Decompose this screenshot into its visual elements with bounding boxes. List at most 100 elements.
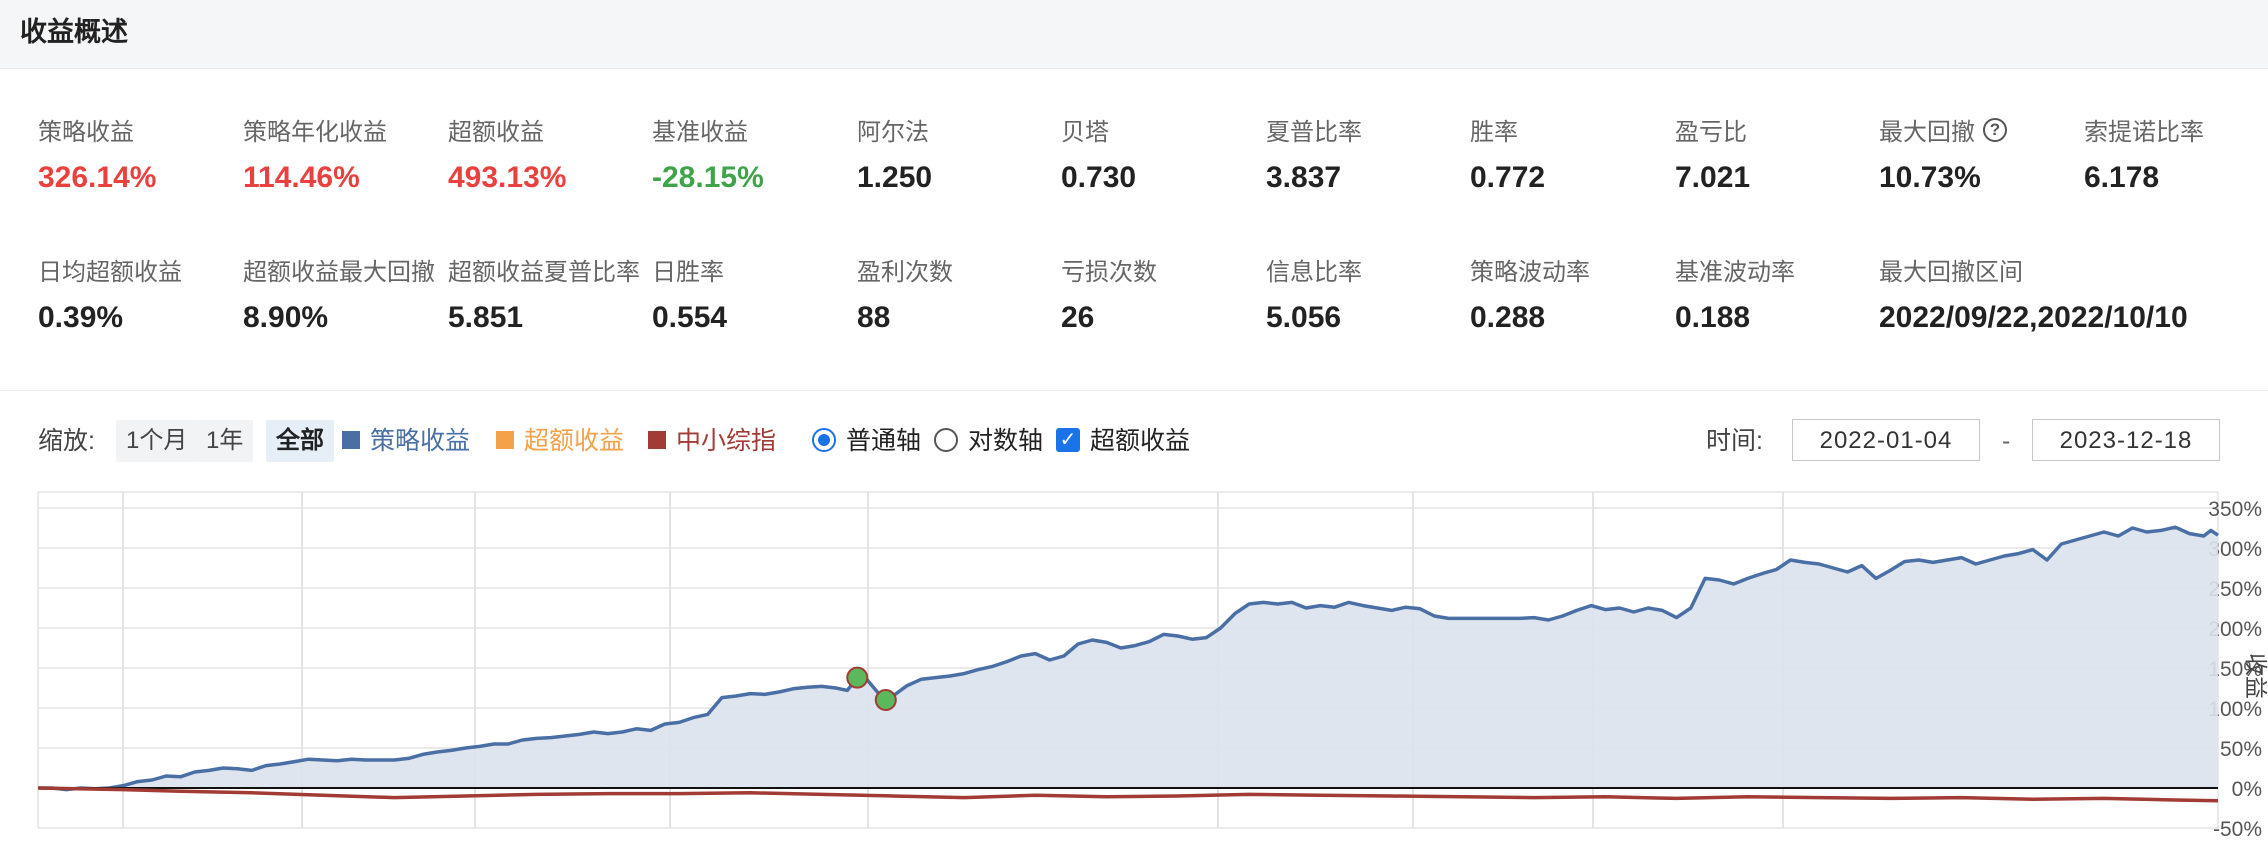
metric-label-text: 贝塔: [1061, 119, 1109, 146]
metric-label-text: 基准收益: [652, 119, 748, 146]
legend-square-icon: [496, 431, 514, 450]
legend-strategy-label: 策略收益: [370, 427, 471, 455]
metric-label: 胜率: [1470, 112, 1675, 147]
metric-metrics_row1-7: 胜率 0.772: [1470, 112, 1675, 195]
metric-metrics_row1-0: 策略收益 326.14%: [38, 112, 243, 195]
returns-chart-svg: 350%300%250%200%150%100%50%0%-50%收益: [37, 491, 2268, 841]
y-tick-label: 0%: [2232, 778, 2262, 801]
end-date-input[interactable]: 2023-12-18: [2032, 419, 2220, 461]
metric-metrics_row2-5: 亏损次数 26: [1061, 252, 1266, 335]
range-all-button[interactable]: 全部: [266, 420, 334, 462]
metric-value: 7.021: [1675, 161, 1751, 194]
metric-label-text: 日均超额收益: [38, 259, 182, 286]
metric-metrics_row1-3: 基准收益 -28.15%: [652, 112, 857, 195]
legend-benchmark[interactable]: 中小综指: [648, 412, 776, 470]
drawdown-marker[interactable]: [874, 689, 897, 711]
metric-label-text: 最大回撤区间: [1879, 259, 2023, 286]
metric-label: 策略波动率: [1470, 252, 1675, 287]
metric-value: 326.14%: [38, 161, 157, 194]
metric-value: 114.46%: [243, 161, 360, 194]
metric-value: 0.288: [1470, 301, 1546, 334]
metric-label: 最大回撤?: [1879, 112, 2084, 147]
metric-label-text: 日胜率: [652, 259, 724, 286]
normal-axis-label: 普通轴: [846, 427, 922, 455]
metric-value: -28.15%: [652, 161, 764, 194]
range-1-year-button[interactable]: 1年: [196, 420, 254, 462]
radio-selected-icon[interactable]: [812, 428, 836, 453]
metric-label: 夏普比率: [1266, 112, 1471, 147]
legend-strategy[interactable]: 策略收益: [342, 412, 470, 470]
metric-label-text: 盈亏比: [1675, 119, 1747, 146]
metric-metrics_row1-2: 超额收益 493.13%: [448, 112, 653, 195]
y-tick-label: 50%: [2220, 738, 2262, 761]
metric-value: 1.250: [857, 161, 933, 194]
metric-label: 超额收益夏普比率: [448, 252, 653, 287]
metric-metrics_row2-4: 盈利次数 88: [857, 252, 1062, 335]
metric-metrics_row2-7: 策略波动率 0.288: [1470, 252, 1675, 335]
metric-label-text: 超额收益最大回撤: [243, 259, 435, 286]
metric-label: 基准波动率: [1675, 252, 1880, 287]
metric-value: 0.730: [1061, 161, 1137, 194]
metric-metrics_row2-6: 信息比率 5.056: [1266, 252, 1471, 335]
metric-label-text: 策略年化收益: [243, 119, 387, 146]
metric-value: 5.056: [1266, 301, 1342, 334]
section-divider: [0, 390, 2268, 391]
metric-label: 盈利次数: [857, 252, 1062, 287]
metric-value: 0.39%: [38, 301, 124, 334]
metric-metrics_row2-1: 超额收益最大回撤 8.90%: [243, 252, 448, 335]
metric-value: 2022/09/22,2022/10/10: [1879, 301, 2188, 334]
excess-toggle-label: 超额收益: [1090, 427, 1191, 455]
excess-toggle[interactable]: ✓ 超额收益: [1056, 412, 1190, 470]
metric-label: 最大回撤区间: [1879, 252, 2239, 287]
drawdown-marker[interactable]: [846, 666, 869, 689]
metric-label: 策略年化收益: [243, 112, 448, 147]
metric-metrics_row1-6: 夏普比率 3.837: [1266, 112, 1471, 195]
metric-label-text: 超额收益夏普比率: [448, 259, 640, 286]
log-axis-option[interactable]: 对数轴: [934, 412, 1043, 470]
metric-label-text: 夏普比率: [1266, 119, 1362, 146]
metric-metrics_row2-8: 基准波动率 0.188: [1675, 252, 1880, 335]
metric-value: 3.837: [1266, 161, 1342, 194]
metric-label-text: 胜率: [1470, 119, 1518, 146]
y-axis-label: 收益: [2243, 653, 2268, 699]
metric-label-text: 最大回撤: [1879, 119, 1975, 146]
metric-label: 超额收益: [448, 112, 653, 147]
metric-metrics_row2-9: 最大回撤区间 2022/09/22,2022/10/10: [1879, 252, 2239, 335]
metric-value: 26: [1061, 301, 1095, 334]
metric-value: 8.90%: [243, 301, 329, 334]
metric-label-text: 阿尔法: [857, 119, 929, 146]
metric-metrics_row2-2: 超额收益夏普比率 5.851: [448, 252, 653, 335]
metric-label: 贝塔: [1061, 112, 1266, 147]
start-date-input[interactable]: 2022-01-04: [1792, 419, 1980, 461]
metric-label: 盈亏比: [1675, 112, 1880, 147]
range-1-month-button[interactable]: 1个月: [116, 420, 198, 462]
y-tick-label: -50%: [2213, 818, 2262, 841]
normal-axis-option[interactable]: 普通轴: [812, 412, 921, 470]
radio-unselected-icon[interactable]: [934, 428, 958, 453]
metric-metrics_row1-9: 最大回撤? 10.73%: [1879, 112, 2084, 195]
metric-label: 阿尔法: [857, 112, 1062, 147]
metric-metrics_row2-3: 日胜率 0.554: [652, 252, 857, 335]
legend-benchmark-label: 中小综指: [676, 427, 777, 455]
legend-excess-label: 超额收益: [524, 427, 625, 455]
metric-value: 493.13%: [448, 161, 567, 194]
metric-value: 10.73%: [1879, 161, 1981, 194]
metric-metrics_row1-5: 贝塔 0.730: [1061, 112, 1266, 195]
page-title: 收益概述: [20, 17, 128, 47]
metric-label-text: 信息比率: [1266, 259, 1362, 286]
metric-label: 超额收益最大回撤: [243, 252, 448, 287]
legend-excess[interactable]: 超额收益: [496, 412, 624, 470]
metric-label-text: 基准波动率: [1675, 259, 1795, 286]
chart-toolbar: 缩放: 1个月 1年 全部 策略收益 超额收益 中小综指 普通轴 对数轴 ✓ 超额…: [0, 412, 2268, 470]
metric-value: 6.178: [2084, 161, 2160, 194]
log-axis-label: 对数轴: [968, 427, 1044, 455]
legend-square-icon: [342, 431, 360, 450]
returns-chart: 350% 300% 250% 200% 150% 100% 50% 0% -50% 收益: [0, 480, 2268, 846]
metric-label: 日胜率: [652, 252, 857, 287]
checkbox-checked-icon[interactable]: ✓: [1056, 428, 1080, 453]
y-tick-label: 350%: [2208, 498, 2262, 521]
metric-label: 索提诺比率: [2084, 112, 2268, 147]
question-circle-icon[interactable]: ?: [1983, 117, 2007, 142]
metric-label-text: 亏损次数: [1061, 259, 1157, 286]
metric-label: 日均超额收益: [38, 252, 243, 287]
